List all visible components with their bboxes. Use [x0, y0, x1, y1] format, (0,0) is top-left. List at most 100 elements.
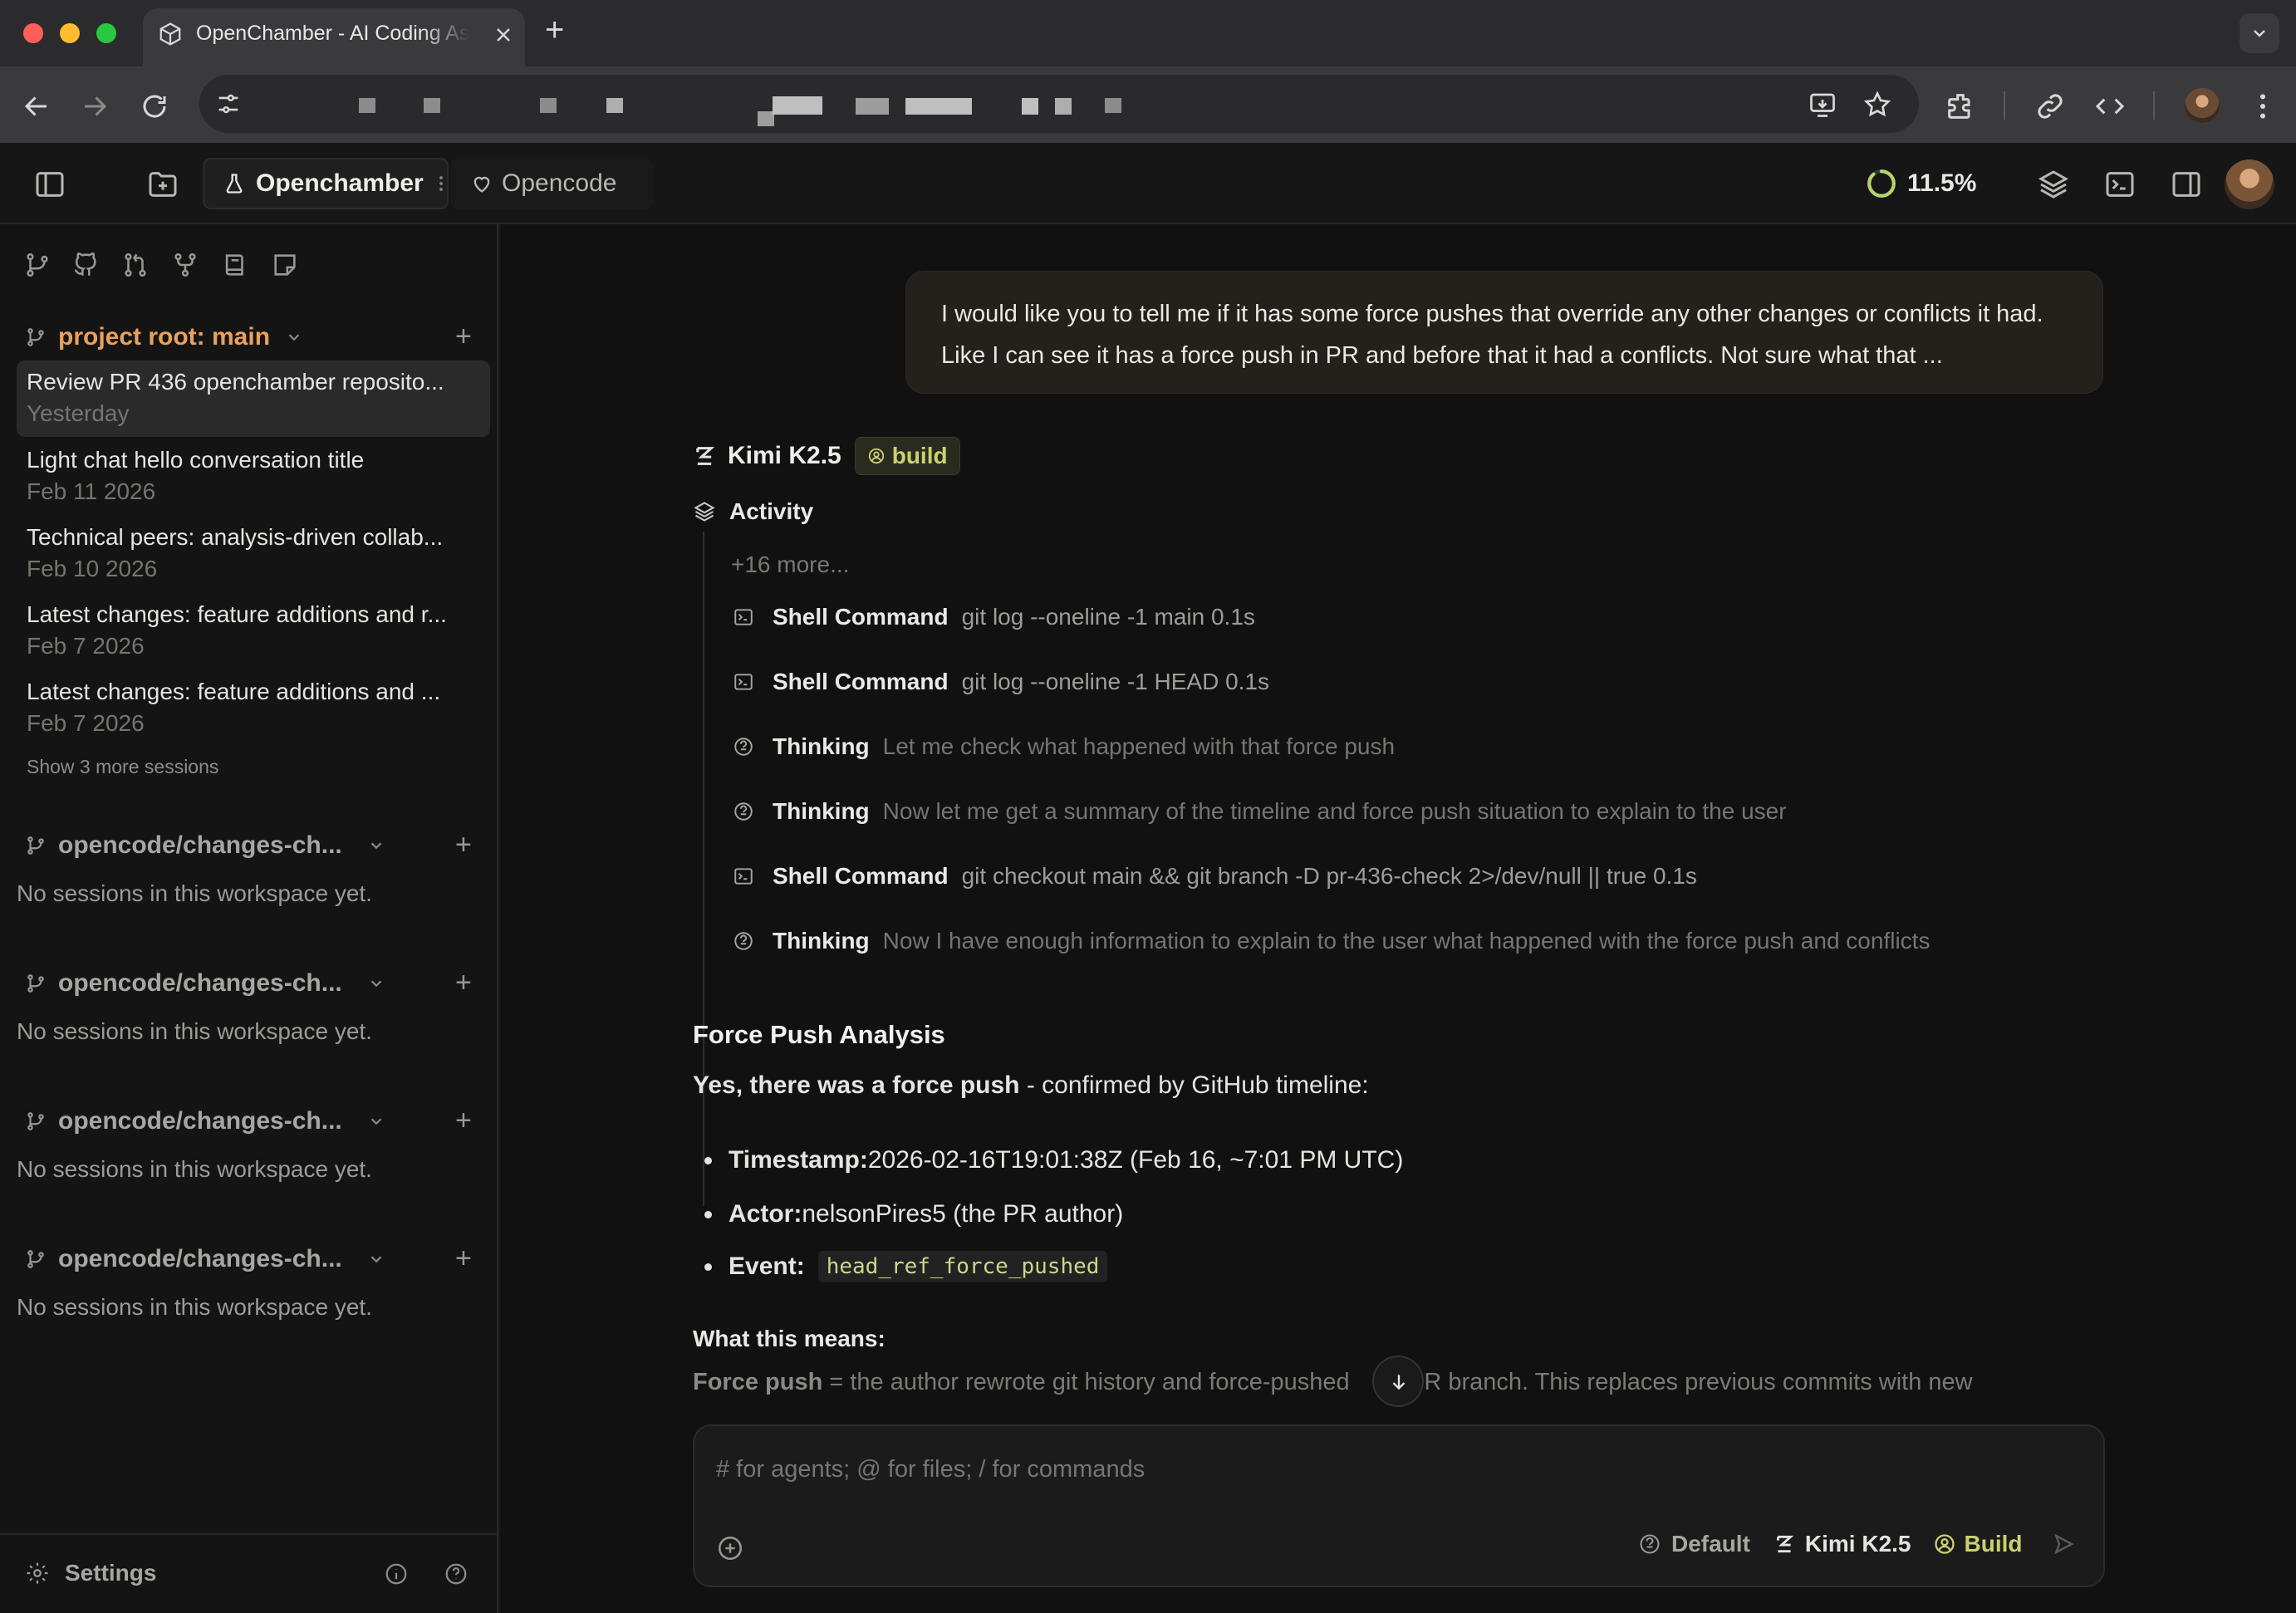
session-item[interactable]: Technical peers: analysis-driven collab.…	[17, 516, 490, 592]
activity-step-thinking[interactable]: Thinking Now I have enough information t…	[733, 928, 1930, 954]
new-workspace-icon[interactable]	[146, 168, 179, 201]
step-name: Shell Command	[773, 604, 949, 630]
address-bar[interactable]	[199, 75, 1919, 133]
code-icon[interactable]	[2093, 90, 2127, 123]
activity-step-shell[interactable]: Shell Command git log --oneline -1 main …	[733, 604, 1255, 630]
profile-avatar[interactable]	[2185, 88, 2220, 123]
tab-openchamber[interactable]: Openchamber	[203, 158, 449, 209]
bookmark-star-icon[interactable]	[1862, 90, 1892, 120]
new-tab-button[interactable]: +	[545, 12, 564, 49]
send-icon[interactable]	[2051, 1532, 2076, 1557]
sidebar-toggle-icon[interactable]	[33, 168, 66, 201]
workspace-title: opencode/changes-ch...	[58, 969, 342, 997]
close-tab-icon[interactable]	[493, 25, 513, 45]
activity-step-shell[interactable]: Shell Command git log --oneline -1 HEAD …	[733, 669, 1269, 695]
install-app-icon[interactable]	[1808, 90, 1837, 120]
chevron-down-icon[interactable]	[285, 328, 303, 346]
info-icon[interactable]	[384, 1562, 409, 1586]
link-icon[interactable]	[2034, 90, 2067, 123]
brain-icon	[734, 932, 753, 950]
tab-opencode[interactable]: Opencode	[450, 158, 653, 209]
add-session-button[interactable]: +	[455, 1244, 472, 1272]
bullet-label: Actor:	[729, 1200, 802, 1228]
minimize-window-button[interactable]	[60, 23, 80, 43]
settings-label: Settings	[65, 1560, 157, 1586]
assistant-header: Kimi K2.5 build	[693, 437, 960, 475]
close-window-button[interactable]	[23, 23, 43, 43]
trailing-bold: Force push	[693, 1369, 823, 1395]
maximize-window-button[interactable]	[96, 23, 116, 43]
workspace-header[interactable]: opencode/changes-ch...	[25, 1241, 385, 1277]
gear-icon	[27, 1562, 48, 1584]
scroll-to-bottom-button[interactable]	[1372, 1356, 1424, 1407]
mode-selector[interactable]: Build	[1933, 1531, 2023, 1557]
chevron-down-icon[interactable]	[367, 974, 385, 993]
workspace-header[interactable]: opencode/changes-ch...	[25, 827, 385, 864]
terminal-icon	[734, 674, 753, 690]
git-fork-icon[interactable]	[171, 251, 199, 279]
session-date: Feb 10 2026	[27, 556, 158, 581]
session-date: Feb 11 2026	[27, 478, 156, 504]
layers-icon[interactable]	[2037, 168, 2070, 201]
session-item[interactable]: Latest changes: feature additions and ..…	[17, 670, 490, 747]
tab-search-button[interactable]	[2240, 13, 2279, 53]
add-session-button[interactable]: +	[455, 831, 472, 859]
activity-step-thinking[interactable]: Thinking Let me check what happened with…	[733, 733, 1395, 760]
reload-icon[interactable]	[140, 91, 169, 121]
browser-tab[interactable]: OpenChamber - AI Coding Assistant	[143, 8, 525, 66]
session-item[interactable]: Latest changes: feature additions and r.…	[17, 593, 490, 669]
layers-icon	[694, 502, 715, 522]
activity-more-link[interactable]: +16 more...	[731, 552, 849, 578]
show-more-sessions-link[interactable]: Show 3 more sessions	[27, 756, 218, 778]
settings-button[interactable]: Settings	[25, 1560, 156, 1586]
more-vertical-icon[interactable]	[2246, 90, 2279, 123]
user-message-text: I would like you to tell me if it has so…	[941, 301, 2043, 369]
summary-bold: Yes, there was a force push	[693, 1071, 1020, 1099]
model-selector[interactable]: Kimi K2.5	[1774, 1531, 1911, 1557]
git-branch-icon	[27, 836, 44, 855]
chevron-down-icon[interactable]	[367, 836, 385, 855]
extensions-icon[interactable]	[1944, 90, 1977, 123]
message-input[interactable]	[716, 1451, 2078, 1488]
git-branch-icon	[27, 1250, 44, 1268]
add-attachment-icon[interactable]	[716, 1534, 744, 1562]
chevron-down-icon[interactable]	[367, 1250, 385, 1268]
usage-indicator[interactable]: 11.5%	[1866, 168, 1976, 199]
pull-request-icon[interactable]	[121, 251, 150, 279]
back-icon[interactable]	[22, 91, 52, 121]
add-session-button[interactable]: +	[455, 1106, 472, 1135]
add-session-button[interactable]: +	[455, 968, 472, 997]
workspace-header[interactable]: opencode/changes-ch...	[25, 965, 385, 1002]
step-name: Shell Command	[773, 863, 949, 889]
forward-icon[interactable]	[80, 91, 110, 121]
session-item-active[interactable]: Review PR 436 opencham­ber reposito... Y…	[17, 360, 490, 437]
tab-label: Opencode	[502, 169, 617, 197]
workspace-header[interactable]: opencode/changes-ch...	[25, 1103, 385, 1140]
terminal-icon[interactable]	[2103, 168, 2137, 201]
variant-selector[interactable]: Default	[1638, 1531, 1750, 1557]
user-avatar[interactable]	[2225, 159, 2274, 209]
help-icon[interactable]	[444, 1562, 469, 1586]
workspace-empty-text: No sessions in this workspace yet.	[17, 1156, 372, 1182]
terminal-icon	[734, 609, 753, 625]
step-detail: Now let me get a summary of the timeline…	[882, 798, 1787, 824]
workspace-header-root[interactable]: project root: main	[25, 319, 303, 355]
git-branch-icon	[27, 328, 44, 346]
git-branch-icon[interactable]	[23, 251, 52, 279]
more-vertical-icon[interactable]	[437, 172, 445, 195]
chevron-down-icon[interactable]	[367, 1112, 385, 1130]
github-icon[interactable]	[71, 251, 100, 279]
sticky-note-icon[interactable]	[271, 251, 299, 279]
add-session-button[interactable]: +	[455, 322, 472, 351]
session-title: Latest changes: feature additions and ..…	[27, 679, 441, 704]
session-item[interactable]: Light chat hello conversation title Feb …	[17, 439, 490, 515]
activity-rail	[703, 532, 704, 1206]
book-icon[interactable]	[221, 251, 249, 279]
activity-step-shell[interactable]: Shell Command git checkout main && git b…	[733, 863, 1697, 890]
right-panel-icon[interactable]	[2170, 168, 2203, 201]
site-info-icon[interactable]	[214, 90, 243, 118]
activity-toggle[interactable]: Activity	[693, 498, 813, 525]
list-item: Timestamp: 2026-02-16T19:01:38Z (Feb 16,…	[704, 1146, 1403, 1174]
activity-step-thinking[interactable]: Thinking Now let me get a summary of the…	[733, 798, 1787, 825]
session-date: Yesterday	[27, 400, 130, 426]
